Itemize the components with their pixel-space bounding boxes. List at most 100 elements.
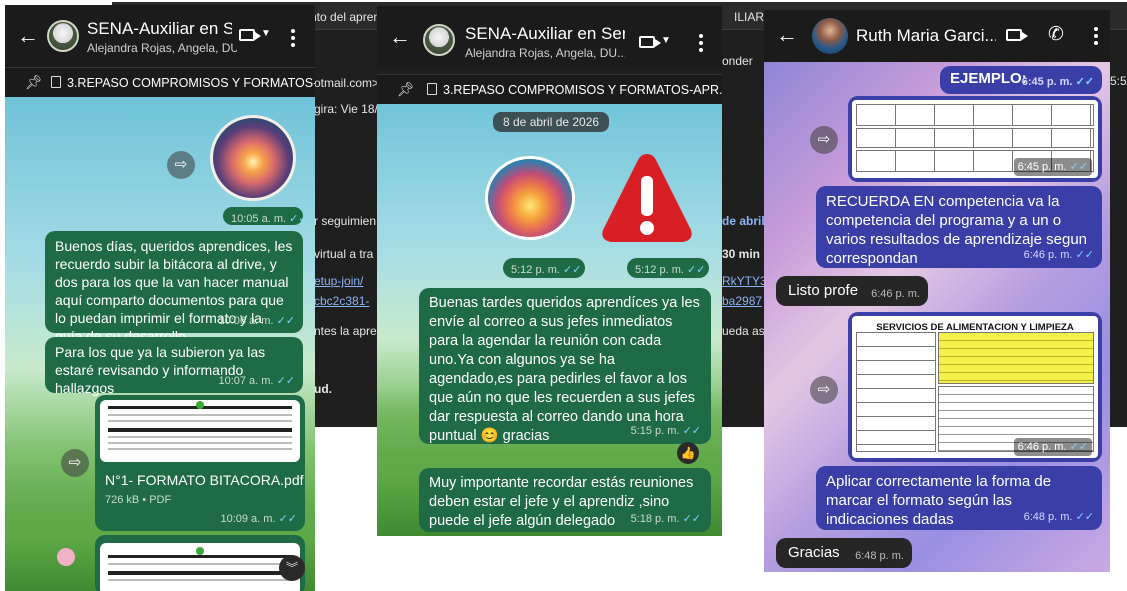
preview-line (108, 571, 292, 575)
image-time-badge: 5:12 p. m. ✓✓ (503, 258, 585, 278)
chat-window-group-1: ← SENA-Auxiliar en Ser... Alejandra Roja… (5, 5, 315, 591)
table-row (856, 128, 1094, 148)
avatar[interactable] (812, 18, 848, 54)
email-body-date-fragment: de abril (722, 214, 765, 228)
sena-logo (196, 547, 204, 555)
pdf-preview (100, 400, 300, 462)
email-body-fragment-3: ntes la apre (314, 324, 377, 338)
preview-line (108, 579, 292, 581)
image-message-bubble[interactable]: 6:45 p. m. ✓✓ (848, 96, 1102, 182)
chat-subtitle[interactable]: Alejandra Rojas, Angela, DU... (465, 46, 625, 60)
avatar[interactable] (423, 24, 455, 56)
email-body-fragment-4: ueda as (722, 324, 765, 338)
message-bubble[interactable]: Para los que ya la subieron ya las estar… (45, 337, 303, 396)
message-text: EJEMPLO: (950, 70, 1027, 87)
preview-line (108, 414, 292, 416)
sunrise-sticker-image[interactable] (485, 156, 575, 240)
message-text: Listo profe (788, 282, 859, 299)
email-body-fragment-5: ud. (314, 382, 332, 396)
arrow-left-icon[interactable]: ← (776, 24, 798, 46)
chat-title[interactable]: Ruth Maria Garci... (856, 26, 996, 46)
email-meeting-link-4[interactable]: ba2987 (722, 294, 762, 308)
phone-icon[interactable]: ✆ (1048, 25, 1064, 44)
forward-icon[interactable]: ⇨ (810, 376, 838, 404)
message-time: 6:46 p. m. ✓✓ (1023, 249, 1094, 261)
chat-title[interactable]: SENA-Auxiliar en Ser... (87, 19, 232, 39)
arrow-left-icon[interactable]: ← (389, 26, 411, 48)
more-vertical-icon[interactable] (699, 34, 703, 52)
email-subject-fragment: nto del apren (310, 10, 381, 24)
email-meeting-link-3[interactable]: cbc2c381- (314, 294, 369, 308)
video-camera-icon[interactable] (639, 36, 661, 48)
pdf-preview (100, 543, 300, 591)
pin-icon: 📌︎ (25, 74, 43, 90)
chevron-down-icon[interactable]: ▼ (661, 36, 671, 46)
sena-logo (196, 401, 204, 409)
file-message-bubble[interactable] (95, 535, 305, 591)
email-body-fragment: r seguimien (314, 214, 377, 228)
email-body-duration-fragment: 30 min (722, 247, 761, 261)
chat-title[interactable]: SENA-Auxiliar en Ser... (465, 24, 625, 44)
forward-icon[interactable]: ⇨ (61, 449, 89, 477)
message-time: 6:45 p. m. ✓✓ (1021, 76, 1094, 88)
alert-sticker-image[interactable] (599, 148, 695, 248)
preview-line (108, 555, 292, 558)
message-time: 10:06 a. m. ✓✓ (218, 315, 295, 327)
image-message-bubble[interactable]: SERVICIOS DE ALIMENTACION Y LIMPIEZA 6:4… (848, 312, 1102, 462)
message-bubble[interactable]: Aplicar correctamente la forma de marcar… (816, 466, 1102, 530)
video-camera-icon[interactable] (1006, 29, 1028, 41)
message-bubble[interactable]: Buenas tardes queridos aprendíces ya les… (419, 288, 711, 444)
preview-line (108, 428, 292, 432)
chat-subtitle[interactable]: Alejandra Rojas, Angela, DU... (87, 41, 237, 55)
message-text: Gracias (788, 544, 840, 561)
more-vertical-icon[interactable] (1094, 27, 1098, 45)
message-time: 10:05 a. m. ✓✓ (231, 213, 308, 225)
preview-line (108, 436, 292, 438)
message-bubble-incoming[interactable]: Listo profe 6:46 p. m. (776, 276, 928, 306)
forward-icon[interactable]: ⇨ (810, 126, 838, 154)
pinned-message-text: 3.REPASO COMPROMISOS Y FORMATOS-APR... (443, 83, 722, 97)
message-bubble[interactable]: Muy importante recordar estás reuniones … (419, 468, 711, 532)
chat-header: ← Ruth Maria Garci... ✆ (764, 10, 1110, 62)
message-bubble-incoming[interactable]: Gracias 6:48 p. m. (776, 538, 912, 568)
file-message-bubble[interactable]: N°1- FORMATO BITACORA.pdf 726 kB • PDF 1… (95, 395, 305, 531)
table-header-row (856, 104, 1094, 126)
message-time: 6:46 p. m. ✓✓ (1013, 438, 1092, 456)
preview-line (108, 563, 292, 565)
pinned-message-bar[interactable]: 📌︎ 3.REPASO COMPROMISOS Y FORMATOS-APR..… (377, 74, 722, 104)
thumbs-up-reaction[interactable]: 👍 (677, 442, 699, 464)
document-icon (427, 83, 437, 95)
message-time: 6:48 p. m. ✓✓ (1023, 511, 1094, 523)
image-time-badge: 10:05 a. m. ✓✓ (223, 207, 308, 225)
message-bubble[interactable]: Buenos días, queridos aprendices, les re… (45, 231, 303, 344)
message-bubble[interactable]: RECUERDA EN competencia va la competenci… (816, 186, 1102, 268)
preview-line (108, 420, 292, 422)
message-time: 10:07 a. m. ✓✓ (218, 375, 295, 387)
message-time: 5:12 p. m. ✓✓ (635, 264, 706, 276)
message-time: 6:46 p. m. (871, 288, 920, 300)
video-camera-icon[interactable] (239, 29, 261, 41)
avatar[interactable] (47, 20, 79, 52)
message-time: 6:48 p. m. (855, 550, 904, 562)
email-meeting-link-2[interactable]: RkYTY3 (722, 274, 767, 288)
arrow-left-icon[interactable]: ← (17, 25, 39, 47)
email-body-fragment-2: virtual a tra (314, 247, 374, 261)
chat-header: ← SENA-Auxiliar en Ser... Alejandra Roja… (377, 6, 722, 68)
preview-line (108, 442, 292, 444)
table-image-preview: SERVICIOS DE ALIMENTACION Y LIMPIEZA (852, 316, 1098, 458)
more-vertical-icon[interactable] (291, 29, 295, 47)
email-meeting-link-1[interactable]: etup-join/ (314, 274, 363, 288)
sunset-sticker-image[interactable] (210, 115, 296, 201)
email-reply-label[interactable]: onder (722, 54, 753, 68)
file-name: N°1- FORMATO BITACORA.pdf (105, 472, 304, 488)
message-time: 5:12 p. m. ✓✓ (511, 264, 582, 276)
file-meta: 726 kB • PDF (105, 494, 172, 506)
table-column (856, 332, 936, 452)
message-bubble[interactable]: EJEMPLO: 6:45 p. m. ✓✓ (940, 66, 1102, 94)
chevron-double-down-icon[interactable]: ︾ (279, 555, 305, 581)
forward-icon[interactable]: ⇨ (167, 151, 195, 179)
chevron-down-icon[interactable]: ▼ (261, 29, 271, 39)
pinned-message-bar[interactable]: 📌︎ 3.REPASO COMPROMISOS Y FORMATOS-APRE.… (5, 67, 315, 97)
preview-line (108, 448, 292, 450)
message-time: 10:09 a. m. ✓✓ (220, 513, 297, 525)
